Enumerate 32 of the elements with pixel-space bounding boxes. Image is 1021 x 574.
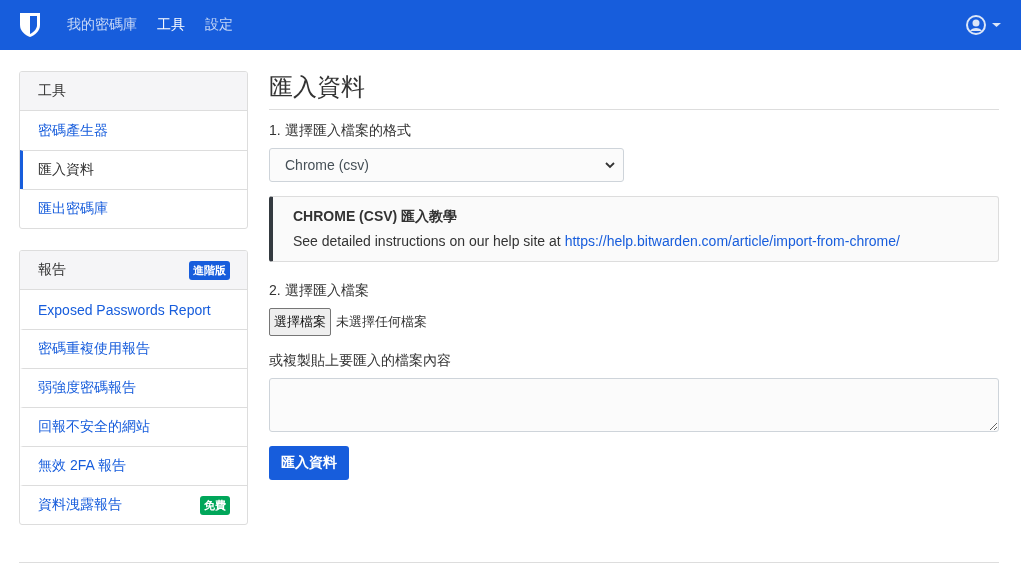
sidebar-item[interactable]: 密碼產生器 [20, 111, 247, 150]
chevron-down-icon [605, 161, 615, 169]
nav-link[interactable]: 我的密碼庫 [67, 16, 137, 34]
sidebar-item[interactable]: 匯出密碼庫 [20, 189, 247, 228]
user-avatar-icon[interactable] [966, 15, 1002, 35]
shield-logo-icon[interactable] [19, 12, 41, 38]
field-label: 1. 選擇匯入檔案的格式 [269, 122, 412, 140]
sidebar-item[interactable]: 弱強度密碼報告 [20, 368, 247, 407]
sidebar-item[interactable]: 資料洩露報告 免費 [20, 485, 247, 524]
field-label: 或複製貼上要匯入的檔案內容 [269, 352, 452, 370]
plan-tag: 進階版 [189, 260, 230, 280]
sidebar-item[interactable]: 匯入資料 [20, 150, 247, 189]
sidebar-item[interactable]: 回報不安全的網站 [20, 407, 247, 446]
choose-file-button[interactable]: 選擇檔案 [269, 308, 331, 336]
format-select[interactable]: Chrome (csv) [269, 148, 624, 182]
sidebar-item[interactable]: 無效 2FA 報告 [20, 446, 247, 485]
help-link[interactable]: https://help.bitwarden.com/article/import-from-chrome/ [564, 233, 900, 249]
nav-link[interactable]: 設定 [205, 16, 233, 34]
plan-tag: 免費 [200, 495, 230, 515]
field-label: 2. 選擇匯入檔案 [269, 282, 370, 300]
nav-link[interactable]: 工具 [157, 16, 185, 34]
card-title: 工具 [38, 82, 66, 100]
file-status: 未選擇任何檔案 [336, 313, 427, 331]
paste-field[interactable] [269, 378, 999, 432]
sidebar-item[interactable]: 密碼重複使用報告 [20, 329, 247, 368]
card-title: 報告 [38, 261, 66, 279]
callout-text: See detailed instructions on our help site at https://help.bitwarden.com/article/import-from-chrome/ [293, 233, 901, 249]
callout-title: CHROME (CSV) 匯入教學 [293, 208, 459, 226]
item-label: 資料洩露報告 [38, 496, 122, 514]
sidebar-item[interactable]: Exposed Passwords Report [20, 290, 247, 329]
import-button[interactable]: 匯入資料 [269, 446, 349, 480]
page-title: 匯入資料 [269, 71, 999, 110]
